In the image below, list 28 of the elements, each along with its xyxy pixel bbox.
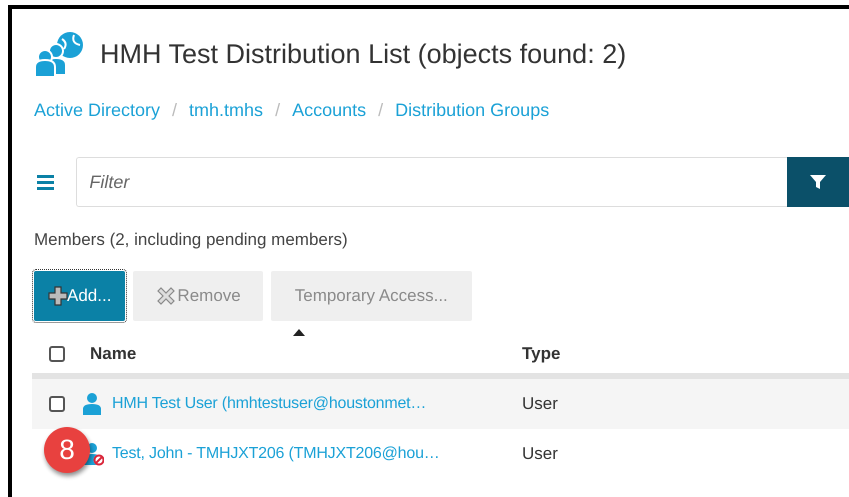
breadcrumb-separator: / bbox=[378, 99, 384, 122]
page-title: HMH Test Distribution List (objects found: 2) bbox=[100, 38, 626, 71]
row-checkbox[interactable] bbox=[49, 396, 65, 412]
step-number-badge: 8 bbox=[44, 426, 90, 472]
column-header[interactable]: Name bbox=[90, 344, 136, 363]
filter-icon bbox=[810, 174, 826, 190]
breadcrumb-link[interactable]: Distribution Groups bbox=[395, 97, 550, 124]
plus-icon bbox=[48, 286, 68, 306]
breadcrumb-link[interactable]: tmh.tmhs bbox=[189, 97, 264, 124]
menu-icon[interactable] bbox=[37, 174, 54, 190]
filter-field[interactable]: Filter bbox=[76, 157, 787, 207]
breadcrumb-link[interactable]: Active Directory bbox=[34, 97, 160, 124]
column-header[interactable]: Type bbox=[522, 344, 560, 363]
filter-button[interactable] bbox=[786, 157, 849, 207]
select-all-checkbox[interactable] bbox=[49, 346, 65, 362]
member-link[interactable]: HMH Test User (hmhtestuser@houstonmet… bbox=[112, 392, 426, 416]
members-label: Members (2, including pending members) bbox=[34, 230, 348, 249]
cross-icon bbox=[155, 284, 178, 306]
sort-arrow-icon[interactable] bbox=[293, 328, 305, 336]
member-link[interactable]: Test, John - TMHJXT206 (TMHJXT206@hou… bbox=[112, 442, 440, 466]
type-text: User bbox=[522, 442, 558, 465]
user-icon bbox=[82, 392, 104, 416]
breadcrumb-separator: / bbox=[172, 99, 178, 122]
breadcrumb-separator: / bbox=[275, 99, 280, 122]
group-icon bbox=[34, 31, 84, 77]
add-button[interactable]: Add... bbox=[34, 270, 126, 320]
type-text: User bbox=[522, 392, 558, 415]
breadcrumb-link[interactable]: Accounts bbox=[292, 97, 366, 124]
